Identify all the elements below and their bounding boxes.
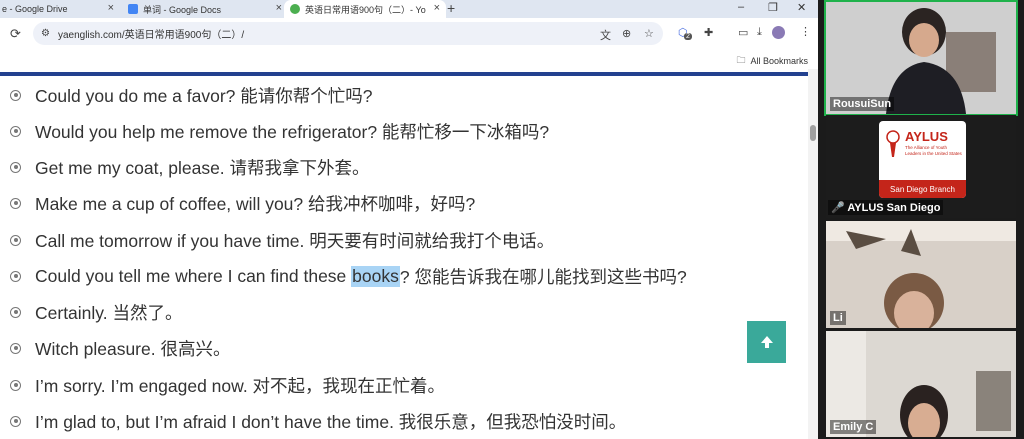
- scrollbar-thumb[interactable]: [810, 125, 816, 141]
- bullet-icon: [10, 89, 21, 101]
- close-icon[interactable]: ×: [108, 2, 114, 14]
- url-text: yaenglish.com/英语日常用语900句（二）/: [57, 30, 245, 41]
- reload-icon[interactable]: ⟳: [10, 26, 21, 42]
- arrow-up-icon: [760, 336, 773, 348]
- site-icon: [290, 4, 300, 14]
- list-item: Could you do me a favor? 能请你帮个忙吗?: [10, 80, 373, 110]
- mic-muted-icon: 🎤: [831, 202, 845, 214]
- participant-tile-emily[interactable]: Emily C: [826, 331, 1016, 437]
- bookmark-star-icon[interactable]: ☆: [644, 27, 654, 40]
- scrollbar[interactable]: [808, 69, 818, 439]
- tab-google-docs[interactable]: 单词 - Google Docs ×: [122, 0, 288, 18]
- sentence-text-tail: ? 您能告诉我在哪儿能找到这些书吗?: [399, 266, 687, 287]
- bullet-icon: [10, 306, 21, 318]
- list-item: Make me a cup of coffee, will you? 给我冲杯咖…: [10, 188, 475, 218]
- menu-icon[interactable]: ⋮: [800, 25, 811, 38]
- tab-yaenglish[interactable]: 英语日常用语900句（二）- Yo ×: [284, 0, 446, 18]
- new-tab-button[interactable]: +: [447, 0, 455, 16]
- tab-strip: e - Google Drive × 单词 - Google Docs × 英语…: [0, 0, 818, 18]
- extensions-puzzle-icon[interactable]: ✚: [704, 26, 713, 39]
- video-participants-panel: RousuiSun AYLUS The Alliance of Youth Le…: [818, 0, 1024, 439]
- participant-name: Emily C: [830, 420, 877, 434]
- selected-text-highlight: books: [351, 265, 400, 287]
- sentence-text: Would you help me remove the refrigerato…: [35, 121, 550, 142]
- list-item: I’m glad to, but I’m afraid I don’t have…: [10, 406, 626, 436]
- browser-window: e - Google Drive × 单词 - Google Docs × 英语…: [0, 0, 818, 439]
- site-info-icon[interactable]: ⚙: [41, 28, 50, 39]
- tab-google-drive[interactable]: e - Google Drive ×: [0, 0, 120, 18]
- list-item: Could you tell me where I can find these…: [10, 261, 687, 291]
- participant-name-row: 🎤 AYLUS San Diego: [828, 200, 944, 215]
- bullet-icon: [10, 379, 21, 391]
- sentence-text: I’m sorry. I’m engaged now. 对不起，我现在正忙着。: [35, 375, 446, 396]
- extension-badge: 2: [684, 33, 692, 40]
- list-item: Call me tomorrow if you have time. 明天要有时…: [10, 225, 554, 255]
- bullet-icon: [10, 415, 21, 427]
- docs-icon: [128, 4, 138, 14]
- torch-icon: [886, 130, 900, 157]
- all-bookmarks-button[interactable]: 🗀 All Bookmarks: [736, 53, 808, 69]
- participant-video: [826, 221, 1016, 328]
- close-icon[interactable]: ×: [431, 2, 440, 14]
- sentence-text: Could you do me a favor? 能请你帮个忙吗?: [35, 85, 373, 106]
- list-item: Certainly. 当然了。: [10, 297, 182, 327]
- browser-toolbar: ⟳ ⚙ yaenglish.com/英语日常用语900句（二）/ 文 ⊕ ☆ ⬡…: [0, 18, 818, 49]
- sentence-text: I’m glad to, but I’m afraid I don’t have…: [35, 411, 627, 432]
- close-icon[interactable]: ×: [276, 2, 282, 14]
- tab-title: e - Google Drive: [2, 4, 68, 14]
- list-item: Would you help me remove the refrigerato…: [10, 116, 549, 146]
- maximize-icon[interactable]: ❐: [768, 1, 778, 14]
- bullet-icon: [10, 197, 21, 209]
- minimize-icon[interactable]: –: [738, 1, 744, 13]
- sentence-text: Could you tell me where I can find these: [35, 265, 352, 286]
- sentence-text: Make me a cup of coffee, will you? 给我冲杯咖…: [35, 193, 476, 214]
- participant-name: RousuiSun: [830, 97, 895, 111]
- bullet-icon: [10, 161, 21, 173]
- participant-name: Li: [830, 311, 846, 325]
- list-item: I’m sorry. I’m engaged now. 对不起，我现在正忙着。: [10, 370, 445, 400]
- sentence-text: Get me my coat, please. 请帮我拿下外套。: [35, 157, 370, 178]
- logo-title: AYLUS: [905, 129, 948, 144]
- logo-branch: San Diego Branch: [879, 180, 966, 198]
- bullet-icon: [10, 270, 21, 282]
- profile-avatar[interactable]: [772, 26, 785, 39]
- participant-tile-rousuisun[interactable]: RousuiSun: [824, 0, 1018, 116]
- bullet-icon: [10, 125, 21, 137]
- participant-tile-li[interactable]: Li: [826, 221, 1016, 328]
- bullet-icon: [10, 342, 21, 354]
- scroll-to-top-button[interactable]: [747, 321, 786, 363]
- all-bookmarks-label: All Bookmarks: [750, 56, 808, 66]
- participant-name: AYLUS San Diego: [847, 202, 941, 214]
- zoom-icon[interactable]: ⊕: [622, 27, 631, 40]
- download-icon[interactable]: ⤓: [757, 26, 762, 39]
- bullet-icon: [10, 234, 21, 246]
- tab-title: 单词 - Google Docs: [143, 4, 222, 15]
- aylus-logo: AYLUS The Alliance of Youth Leaders in t…: [879, 121, 966, 198]
- address-bar[interactable]: ⚙ yaenglish.com/英语日常用语900句（二）/ 文 ⊕ ☆: [33, 22, 663, 45]
- tab-title: 英语日常用语900句（二）- Yo: [305, 4, 426, 15]
- sentence-text: Witch pleasure. 很高兴。: [35, 338, 231, 359]
- close-window-icon[interactable]: ✕: [797, 1, 806, 14]
- folder-icon: 🗀: [736, 55, 746, 65]
- participant-tile-aylus[interactable]: AYLUS The Alliance of Youth Leaders in t…: [826, 115, 1016, 218]
- page-content: Could you do me a favor? 能请你帮个忙吗? Would …: [0, 76, 808, 439]
- logo-subtitle: The Alliance of Youth Leaders in the Uni…: [905, 145, 962, 156]
- translate-icon[interactable]: 文: [600, 27, 611, 43]
- cast-icon[interactable]: ▭: [738, 26, 748, 39]
- sentence-text: Call me tomorrow if you have time. 明天要有时…: [35, 230, 555, 251]
- sentence-text: Certainly. 当然了。: [35, 302, 183, 323]
- list-item: Witch pleasure. 很高兴。: [10, 333, 230, 363]
- bookmarks-bar: 🗀 All Bookmarks: [0, 49, 818, 69]
- list-item: Get me my coat, please. 请帮我拿下外套。: [10, 152, 370, 182]
